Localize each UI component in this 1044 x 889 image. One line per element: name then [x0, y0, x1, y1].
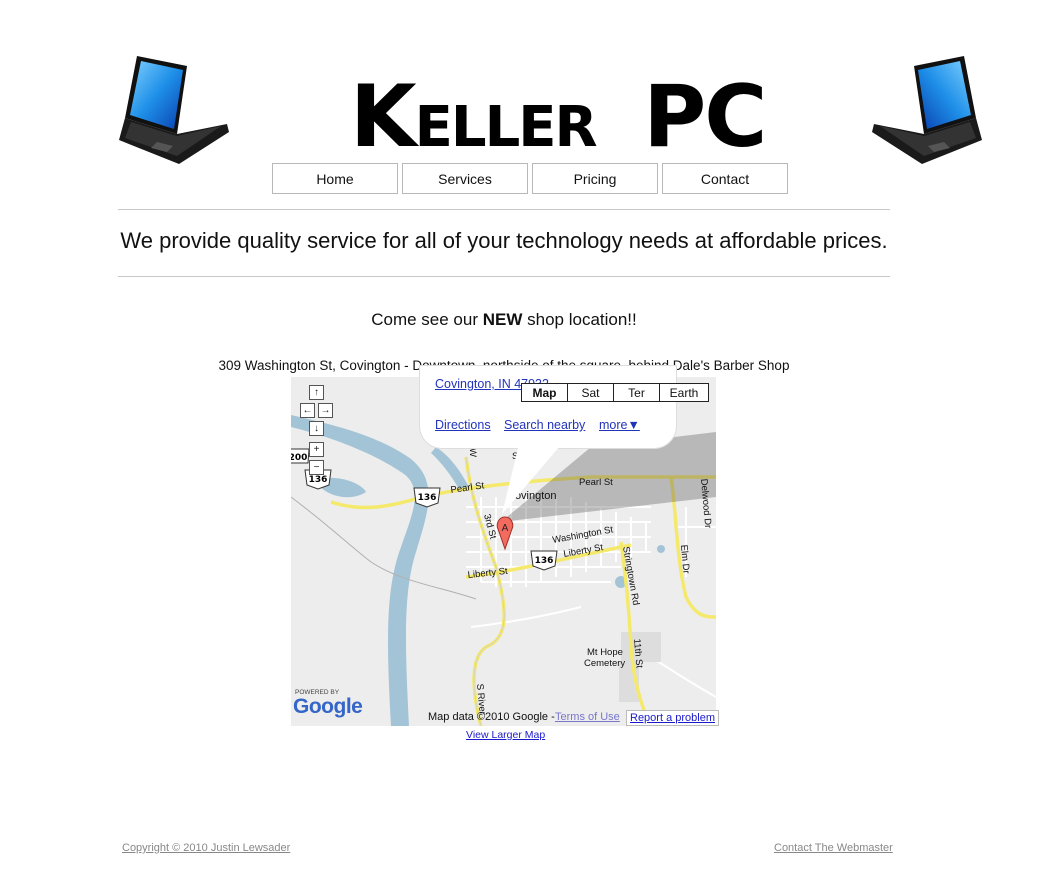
route-136-label-2: 136: [418, 493, 437, 503]
zoom-in-icon[interactable]: +: [309, 442, 324, 457]
zoom-out-icon[interactable]: −: [309, 460, 324, 475]
map-label-cemetery: Cemetery: [584, 658, 625, 669]
pan-down-icon[interactable]: ↓: [309, 421, 324, 436]
map-label-pearl-st-1: Pearl St: [450, 480, 485, 496]
search-nearby-link[interactable]: Search nearby: [504, 418, 585, 432]
map-data-credit: Map data ©2010 Google -: [428, 711, 555, 723]
map-label-mt-hope: Mt Hope: [587, 647, 623, 658]
more-link[interactable]: more▼: [599, 418, 640, 432]
terms-of-use-link[interactable]: Terms of Use: [555, 711, 620, 723]
map-label-liberty-st-2: Liberty St: [563, 542, 605, 560]
promo-text-pre: Come see our: [371, 310, 483, 329]
nav-pricing-button[interactable]: Pricing: [532, 163, 658, 194]
map-type-ter-button[interactable]: Ter: [614, 383, 660, 402]
promo-text-new: NEW: [482, 310, 523, 329]
tagline: We provide quality service for all of yo…: [120, 228, 888, 253]
promo-heading: Come see our NEW shop location!!: [0, 310, 1008, 330]
logo-letter-k: K: [350, 67, 417, 167]
main-nav: Home Services Pricing Contact: [272, 163, 788, 194]
view-larger-map-link[interactable]: View Larger Map: [466, 729, 545, 741]
divider-bottom: [118, 276, 890, 277]
map-type-map-button[interactable]: Map: [521, 383, 568, 402]
logo-word-pc: PC: [643, 67, 767, 167]
pan-left-icon[interactable]: ←: [300, 403, 315, 418]
divider-top: [118, 209, 890, 210]
directions-link[interactable]: Directions: [435, 418, 491, 432]
map-label-w: W: [467, 448, 478, 457]
logo-word-eller: ELLER: [414, 95, 598, 160]
contact-webmaster-link[interactable]: Contact The Webmaster: [774, 842, 893, 854]
pan-up-icon[interactable]: ↑: [309, 385, 324, 400]
nav-contact-button[interactable]: Contact: [662, 163, 788, 194]
map-type-sat-button[interactable]: Sat: [568, 383, 614, 402]
map-label-stringtown-rd: Stringtown Rd: [620, 546, 641, 607]
google-logo: Google: [293, 695, 363, 718]
route-200-label: 200: [291, 453, 307, 463]
route-136-label-3: 136: [535, 556, 554, 566]
copyright-link[interactable]: Copyright © 2010 Justin Lewsader: [122, 842, 290, 854]
map-marker-a[interactable]: A: [502, 523, 509, 534]
site-logo: KELLER PC: [350, 72, 767, 162]
map-label-washington-st: Washington St: [552, 524, 615, 546]
report-problem-link[interactable]: Report a problem: [626, 710, 719, 726]
laptop-left-image: [119, 56, 229, 164]
map-type-earth-button[interactable]: Earth: [660, 383, 709, 402]
pan-right-icon[interactable]: →: [318, 403, 333, 418]
map-label-pearl-st-2: Pearl St: [579, 477, 613, 488]
laptop-right-image: [872, 56, 982, 164]
nav-home-button[interactable]: Home: [272, 163, 398, 194]
bubble-tail: [502, 440, 565, 514]
nav-services-button[interactable]: Services: [402, 163, 528, 194]
map-label-liberty-st-1: Liberty St: [467, 566, 508, 581]
route-136-label-1: 136: [309, 475, 328, 485]
promo-text-post: shop location!!: [522, 310, 637, 329]
map-type-selector: Map Sat Ter Earth: [521, 383, 709, 402]
